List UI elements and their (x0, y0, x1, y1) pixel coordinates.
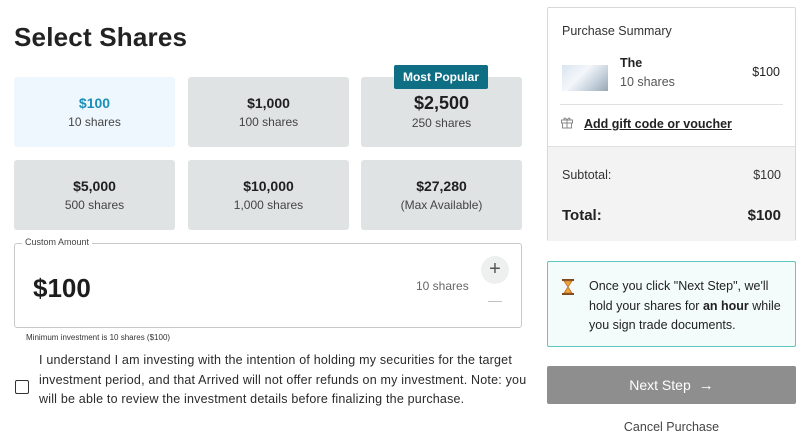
add-gift-code-link[interactable]: Add gift code or voucher (584, 117, 732, 131)
share-option-amount: $5,000 (73, 178, 116, 194)
decrement-button[interactable]: — (486, 293, 504, 307)
summary-title: Purchase Summary (562, 24, 672, 38)
custom-amount-shares: 10 shares (416, 279, 469, 293)
property-price: $100 (752, 65, 780, 79)
property-name: The (620, 56, 643, 70)
share-option-shares: 500 shares (64, 198, 125, 212)
purchase-summary-panel: Purchase Summary The 10 shares $100 Add … (547, 7, 796, 241)
summary-divider (560, 104, 783, 105)
cancel-purchase-link[interactable]: Cancel Purchase (547, 420, 796, 434)
hold-notice-text: Once you click "Next Step", we'll hold y… (589, 279, 781, 332)
hourglass-icon (562, 279, 574, 295)
share-option-max[interactable]: $27,280 (Max Available) (361, 160, 522, 230)
share-option-100[interactable]: $100 10 shares (14, 77, 175, 147)
subtotal-label: Subtotal: (562, 168, 612, 182)
share-option-1000[interactable]: $1,000 100 shares (188, 77, 349, 147)
share-option-5000[interactable]: $5,000 500 shares (14, 160, 175, 230)
share-option-shares: 1,000 shares (233, 198, 304, 212)
gift-icon (561, 117, 573, 129)
share-option-amount: $10,000 (243, 178, 294, 194)
share-option-amount: $1,000 (247, 95, 290, 111)
total-value: $100 (747, 207, 781, 224)
arrow-right-icon: → (698, 377, 714, 394)
custom-amount-value[interactable]: $100 (33, 273, 91, 304)
share-option-amount: $27,280 (416, 178, 467, 194)
share-option-shares: (Max Available) (400, 198, 483, 212)
property-thumbnail (562, 65, 608, 91)
most-popular-badge: Most Popular (394, 65, 488, 89)
property-shares: 10 shares (620, 75, 675, 89)
custom-amount-label: Custom Amount (22, 237, 93, 247)
share-option-shares: 100 shares (238, 115, 299, 129)
page-title: Select Shares (14, 22, 188, 52)
consent-checkbox[interactable] (15, 380, 29, 394)
hold-notice: Once you click "Next Step", we'll hold y… (547, 261, 796, 347)
totals-section: Subtotal: $100 Total: $100 (548, 146, 795, 241)
minimum-investment-note: Minimum investment is 10 shares ($100) (26, 333, 171, 342)
consent-text: I understand I am investing with the int… (39, 353, 527, 406)
share-option-shares: 10 shares (68, 115, 121, 129)
next-step-label: Next Step (629, 377, 691, 393)
share-option-shares: 250 shares (411, 116, 472, 130)
next-step-button[interactable]: Next Step → (547, 366, 796, 404)
increment-button[interactable]: + (481, 256, 509, 284)
share-option-amount: $2,500 (413, 93, 470, 113)
total-label: Total: (562, 207, 602, 224)
subtotal-value: $100 (753, 168, 781, 182)
share-option-amount: $100 (78, 95, 111, 111)
share-option-10000[interactable]: $10,000 1,000 shares (188, 160, 349, 230)
